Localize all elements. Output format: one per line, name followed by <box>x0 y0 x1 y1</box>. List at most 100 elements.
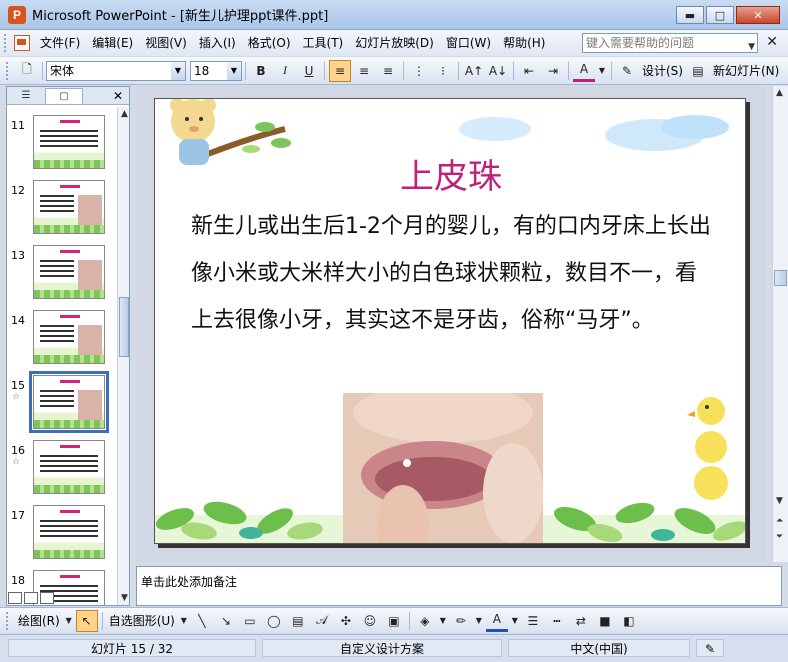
bulleted-list-icon[interactable]: ⁝ <box>432 60 454 82</box>
line-tool-icon[interactable]: ╲ <box>191 610 213 632</box>
next-slide-icon[interactable]: ⏷ <box>776 532 783 542</box>
scrollbar-thumb[interactable] <box>774 270 787 286</box>
increase-font-icon[interactable]: A↑ <box>463 60 485 82</box>
italic-button[interactable]: I <box>274 60 296 82</box>
sorter-view-icon[interactable] <box>24 592 38 604</box>
menu-file[interactable]: 文件(F) <box>34 32 86 54</box>
slideshow-view-icon[interactable] <box>40 592 54 604</box>
slide-thumbnail[interactable]: 13 <box>9 245 115 305</box>
menu-format[interactable]: 格式(O) <box>242 32 297 54</box>
new-slide-icon[interactable]: ▤ <box>687 60 709 82</box>
chevron-down-icon[interactable]: ▼ <box>474 610 484 632</box>
new-document-icon[interactable]: 🗋 <box>16 60 38 82</box>
scroll-up-icon[interactable]: ▲ <box>121 109 128 119</box>
arrow-tool-icon[interactable]: ↘ <box>215 610 237 632</box>
close-pane-icon[interactable]: ✕ <box>113 89 123 103</box>
line-color-icon[interactable]: ✏ <box>450 610 472 632</box>
wordart-icon[interactable]: 𝒜 <box>311 610 333 632</box>
slide-title[interactable]: 上皮珠 <box>155 149 745 198</box>
slide-thumbnail[interactable]: 12 <box>9 180 115 240</box>
menu-view[interactable]: 视图(V) <box>139 32 193 54</box>
font-color-icon[interactable]: A <box>485 610 508 632</box>
close-button[interactable]: ✕ <box>736 6 780 24</box>
slide-thumbnail[interactable]: 17 <box>9 505 115 565</box>
draw-menu-button[interactable]: 绘图(R) <box>15 612 63 629</box>
previous-slide-icon[interactable]: ⏶ <box>776 516 783 526</box>
fill-color-icon[interactable]: ◈ <box>414 610 436 632</box>
bold-button[interactable]: B <box>250 60 272 82</box>
slide-scrollbar[interactable]: ▲ ▼ ⏶ ⏷ <box>772 86 788 562</box>
mouth-photo[interactable] <box>343 393 543 544</box>
thumbnails-scrollbar[interactable]: ▲ ▼ <box>117 107 129 605</box>
slide-thumbnail[interactable]: 11 <box>9 115 115 175</box>
align-right-icon[interactable]: ≡ <box>377 60 399 82</box>
minimize-button[interactable]: ▬ <box>676 6 704 24</box>
font-color-icon[interactable]: A <box>573 60 595 82</box>
menu-tools[interactable]: 工具(T) <box>297 32 350 54</box>
notes-placeholder[interactable]: 单击此处添加备注 <box>141 573 237 590</box>
slide-thumbnail[interactable]: 15 ☆ <box>9 371 115 435</box>
shadow-style-icon[interactable]: ■ <box>594 610 616 632</box>
decrease-font-icon[interactable]: A↓ <box>487 60 509 82</box>
underline-button[interactable]: U <box>298 60 320 82</box>
decrease-indent-icon[interactable]: ⇤ <box>518 60 540 82</box>
increase-indent-icon[interactable]: ⇥ <box>542 60 564 82</box>
line-style-icon[interactable]: ☰ <box>522 610 544 632</box>
chevron-down-icon[interactable]: ▼ <box>748 38 755 56</box>
font-size-select[interactable]: 18 ▼ <box>190 60 242 81</box>
clipart-icon[interactable]: ☺ <box>359 610 381 632</box>
tab-outline[interactable]: ☰ <box>7 88 45 104</box>
chevron-down-icon[interactable]: ▼ <box>64 610 74 632</box>
scroll-down-icon[interactable]: ▼ <box>776 496 783 506</box>
oval-tool-icon[interactable]: ◯ <box>263 610 285 632</box>
slide-preview[interactable] <box>33 245 105 299</box>
arrow-style-icon[interactable]: ⇄ <box>570 610 592 632</box>
new-slide-button[interactable]: 新幻灯片(N) <box>710 62 782 79</box>
document-close-button[interactable]: ✕ <box>766 34 778 50</box>
normal-view-icon[interactable] <box>8 592 22 604</box>
align-left-icon[interactable]: ≡ <box>329 59 351 82</box>
autoshapes-button[interactable]: 自选图形(U) <box>106 612 178 629</box>
diagram-icon[interactable]: ✣ <box>335 610 357 632</box>
help-search-input[interactable]: 键入需要帮助的问题 ▼ <box>582 33 758 53</box>
menu-edit[interactable]: 编辑(E) <box>86 32 139 54</box>
select-pointer-icon[interactable]: ↖ <box>75 609 98 632</box>
scrollbar-thumb[interactable] <box>119 297 129 357</box>
document-icon[interactable] <box>14 35 30 51</box>
menu-grip[interactable] <box>4 34 12 52</box>
menu-help[interactable]: 帮助(H) <box>497 32 551 54</box>
font-name-select[interactable]: 宋体 ▼ <box>46 60 186 81</box>
chevron-down-icon[interactable]: ▼ <box>179 610 189 632</box>
rectangle-tool-icon[interactable]: ▭ <box>239 610 261 632</box>
slide-preview[interactable] <box>33 310 105 364</box>
menu-slideshow[interactable]: 幻灯片放映(D) <box>349 32 440 54</box>
slide-preview[interactable] <box>33 505 105 559</box>
textbox-tool-icon[interactable]: ▤ <box>287 610 309 632</box>
scroll-down-icon[interactable]: ▼ <box>121 593 128 603</box>
tab-slides[interactable]: ▢ <box>45 87 83 104</box>
slide-canvas[interactable]: 上皮珠 新生儿或出生后1-2个月的婴儿，有的口内牙床上长出像小米或大米样大小的白… <box>154 98 746 544</box>
slide-preview[interactable] <box>33 180 105 234</box>
chevron-down-icon[interactable]: ▼ <box>171 61 185 80</box>
menu-window[interactable]: 窗口(W) <box>440 32 497 54</box>
numbered-list-icon[interactable]: ⋮ <box>408 60 430 82</box>
spelling-status-icon[interactable]: ✎ <box>696 639 724 657</box>
chevron-down-icon[interactable]: ▼ <box>510 610 520 632</box>
menu-insert[interactable]: 插入(I) <box>193 32 242 54</box>
slide-preview[interactable] <box>33 115 105 169</box>
slide-thumbnail[interactable]: 14 <box>9 310 115 370</box>
dash-style-icon[interactable]: ┅ <box>546 610 568 632</box>
chevron-down-icon[interactable]: ▼ <box>438 610 448 632</box>
slide-preview[interactable] <box>33 440 105 494</box>
toolbar-grip[interactable] <box>6 611 12 630</box>
toolbar-grip[interactable] <box>6 61 12 80</box>
scroll-up-icon[interactable]: ▲ <box>776 88 783 98</box>
slide-body-text[interactable]: 新生儿或出生后1-2个月的婴儿，有的口内牙床上长出像小米或大米样大小的白色球状颗… <box>191 203 711 344</box>
design-button[interactable]: 设计(S) <box>639 62 686 79</box>
slide-editor[interactable]: 上皮珠 新生儿或出生后1-2个月的婴儿，有的口内牙床上长出像小米或大米样大小的白… <box>136 86 766 562</box>
maximize-button[interactable]: □ <box>706 6 734 24</box>
design-icon[interactable]: ✎ <box>616 60 638 82</box>
3d-style-icon[interactable]: ◧ <box>618 610 640 632</box>
picture-icon[interactable]: ▣ <box>383 610 405 632</box>
align-center-icon[interactable]: ≡ <box>353 60 375 82</box>
